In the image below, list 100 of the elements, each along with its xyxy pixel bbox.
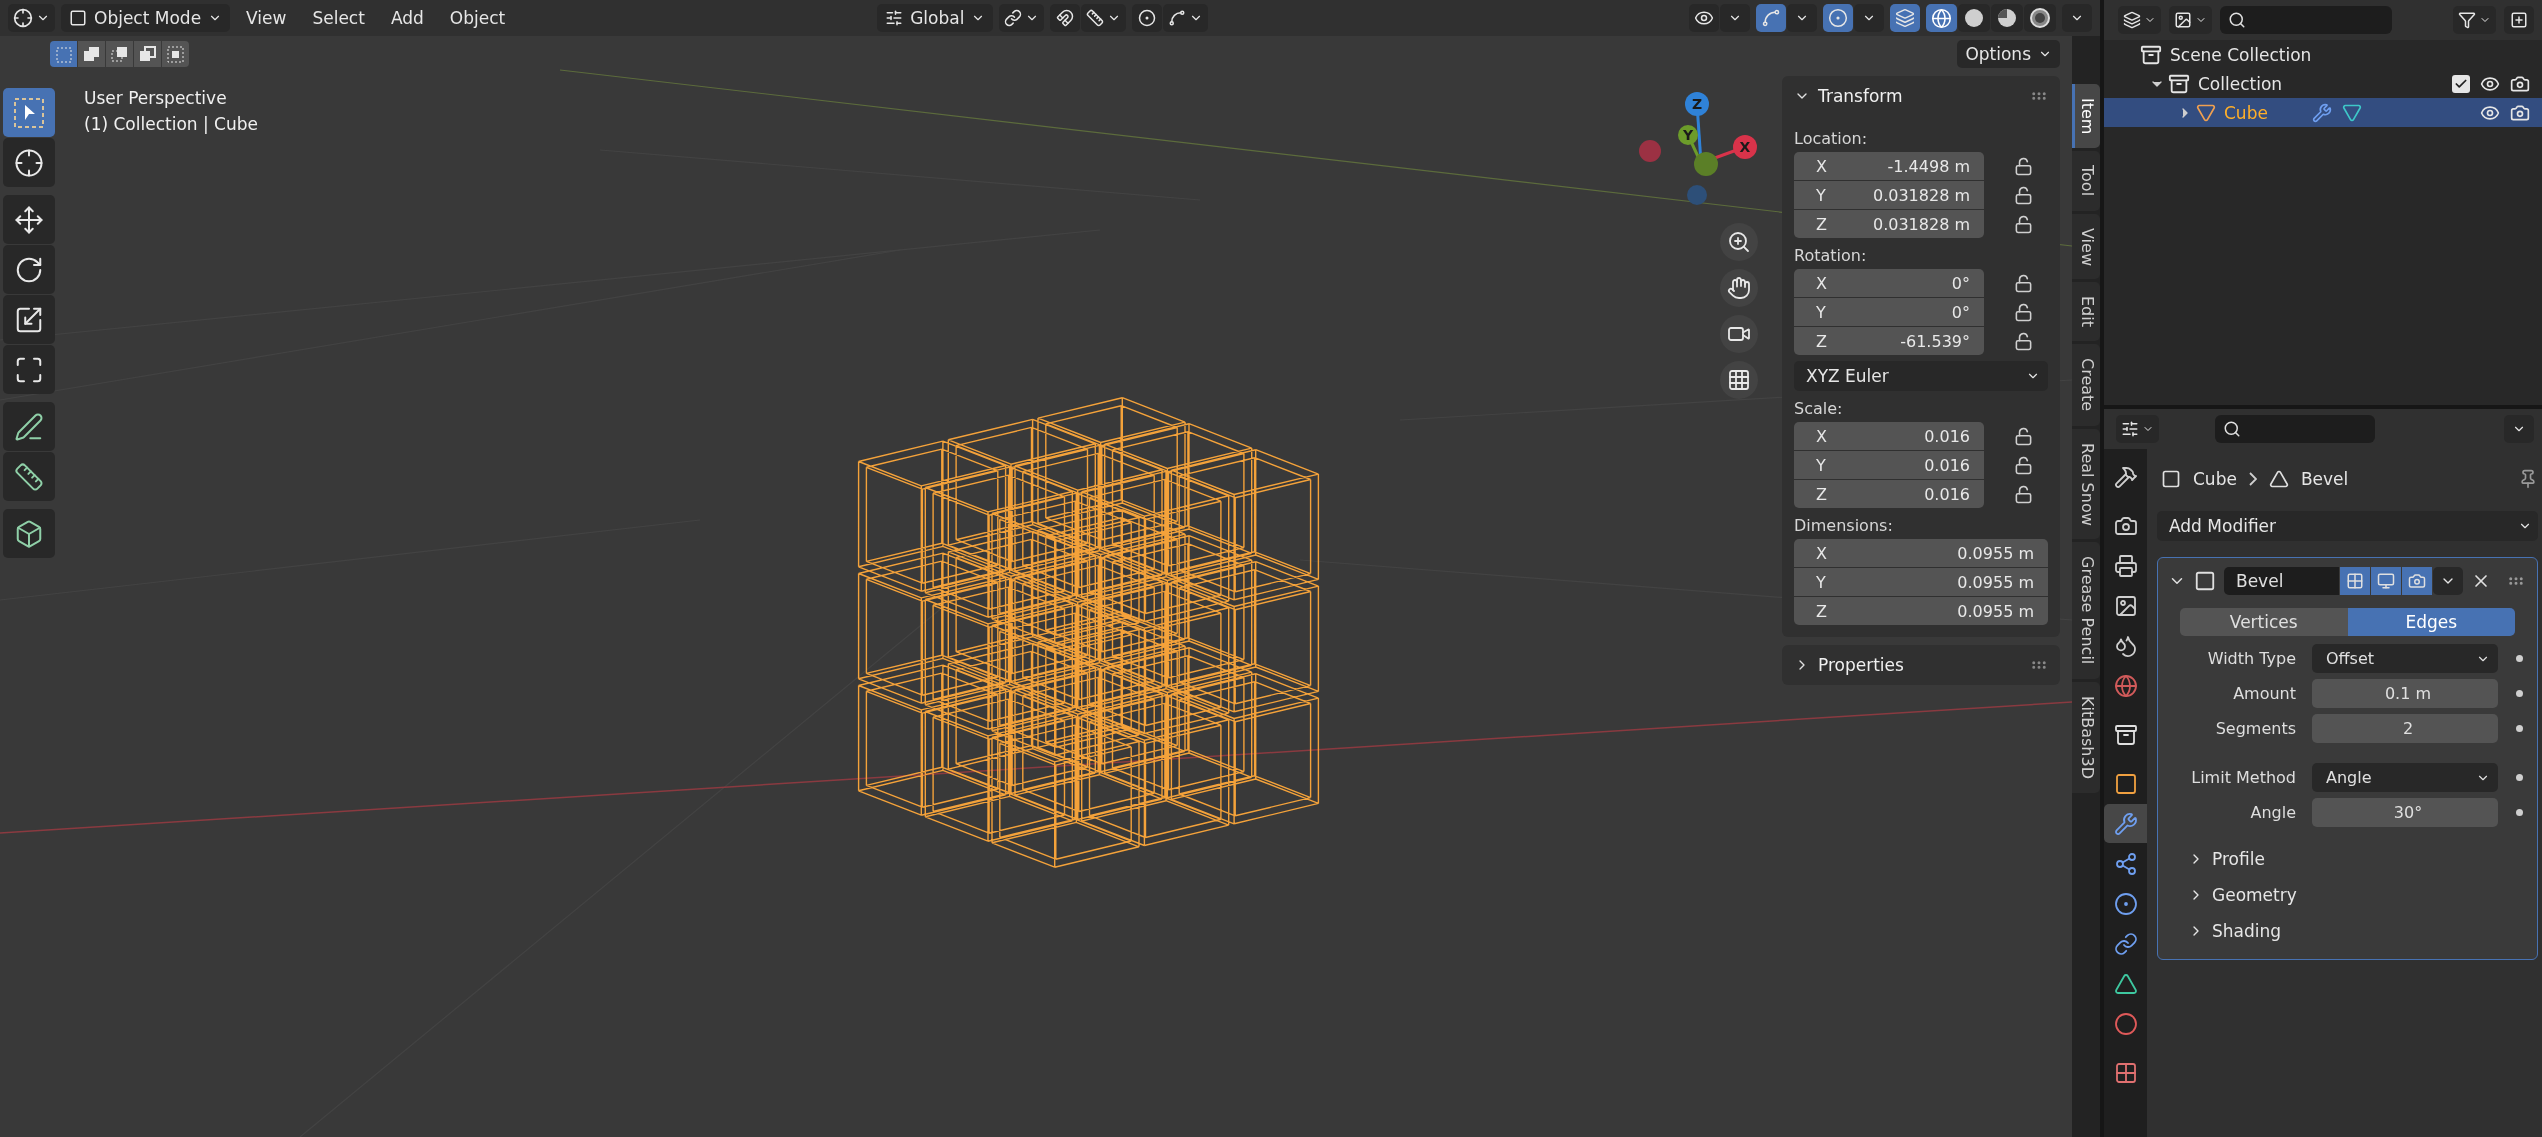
tool-button[interactable]: [3, 509, 55, 558]
snap-button[interactable]: [1050, 4, 1081, 32]
sidebar-tab[interactable]: Create: [2072, 344, 2100, 426]
selection-mode-button[interactable]: [78, 41, 105, 67]
display-mode-button[interactable]: [2118, 6, 2161, 34]
tool-button[interactable]: [3, 138, 55, 187]
wireframe-cube-drawing[interactable]: [857, 397, 1320, 868]
outliner-row[interactable]: Cube: [2104, 98, 2542, 127]
pin-icon[interactable]: [2518, 469, 2538, 489]
sidebar-tab[interactable]: Item: [2072, 84, 2100, 149]
xray-toggle[interactable]: [1890, 4, 1920, 32]
new-collection-button[interactable]: [2504, 6, 2534, 34]
subpanel-header[interactable]: Shading: [2168, 913, 2282, 949]
unlock-icon[interactable]: [2014, 426, 2033, 446]
menu-button[interactable]: View: [236, 4, 297, 32]
subpanel-header[interactable]: Geometry: [2168, 877, 2297, 913]
outliner-row[interactable]: Scene Collection: [2104, 40, 2542, 69]
filter-button[interactable]: [2453, 6, 2496, 34]
proportional-editing-button[interactable]: [1132, 4, 1163, 32]
editor-type-button[interactable]: [8, 4, 55, 32]
axis-gizmo[interactable]: Z Y X: [1630, 90, 1770, 215]
sidebar-tab[interactable]: Tool: [2072, 151, 2100, 211]
options-dropdown[interactable]: Options: [1957, 40, 2060, 68]
dropdown-field[interactable]: Offset: [2312, 644, 2498, 673]
sidebar-tab[interactable]: Grease Pencil: [2072, 542, 2100, 679]
number-field[interactable]: Z 0.016: [1794, 480, 1984, 508]
dropdown-field[interactable]: Angle: [2312, 763, 2498, 792]
number-field[interactable]: X 0.016: [1794, 422, 1984, 450]
menu-button[interactable]: Add: [380, 4, 434, 32]
number-field[interactable]: X 0°: [1794, 269, 1984, 297]
keyframe-dot[interactable]: [2516, 774, 2523, 781]
sidebar-tab[interactable]: Real Snow: [2072, 428, 2100, 540]
selection-mode-button[interactable]: [106, 41, 133, 67]
sidebar-tab[interactable]: Edit: [2072, 282, 2100, 342]
wrench-icon[interactable]: [2311, 102, 2332, 123]
unlock-icon[interactable]: [2014, 331, 2033, 351]
modifier-toggle[interactable]: [2340, 567, 2370, 595]
number-field[interactable]: X -1.4498 m: [1794, 152, 1984, 180]
menu-button[interactable]: Object: [439, 4, 516, 32]
unlock-icon[interactable]: [2014, 214, 2033, 234]
subpanel-header[interactable]: Profile: [2168, 841, 2265, 877]
keyframe-dot[interactable]: [2516, 655, 2523, 662]
number-field[interactable]: Y 0.0955 m: [1794, 568, 2048, 596]
selection-mode-button[interactable]: [162, 41, 189, 67]
rotation-mode-dropdown[interactable]: XYZ Euler: [1794, 361, 2048, 391]
tool-button[interactable]: [3, 295, 55, 344]
tool-button[interactable]: [3, 345, 55, 394]
add-modifier-dropdown[interactable]: Add Modifier: [2157, 511, 2538, 541]
affect-toggle[interactable]: Edges: [2347, 608, 2515, 636]
menu-button[interactable]: Select: [302, 4, 375, 32]
number-field[interactable]: 2: [2312, 714, 2498, 743]
shading-mode-button[interactable]: [1958, 4, 1990, 32]
falloff-button[interactable]: [1163, 4, 1209, 32]
orientation-dropdown[interactable]: Global: [877, 4, 994, 32]
snap-target-button[interactable]: [1081, 4, 1127, 32]
number-field[interactable]: Y 0°: [1794, 298, 1984, 326]
selectability-button[interactable]: [1689, 4, 1719, 32]
search-field[interactable]: [2215, 415, 2376, 443]
unlock-icon[interactable]: [2014, 185, 2033, 205]
affect-toggle[interactable]: Vertices: [2180, 608, 2348, 636]
gizmo-toggle[interactable]: [1756, 4, 1786, 32]
unlock-icon[interactable]: [2014, 302, 2033, 322]
unlock-icon[interactable]: [2014, 156, 2033, 176]
number-field[interactable]: X 0.0955 m: [1794, 539, 2048, 567]
tool-button[interactable]: [3, 402, 55, 451]
sidebar-tab[interactable]: View: [2072, 213, 2100, 280]
navigation-button[interactable]: [1720, 269, 1758, 307]
modifier-name-field[interactable]: Bevel: [2224, 567, 2339, 595]
shading-mode-button[interactable]: [1926, 4, 1957, 32]
navigation-button[interactable]: [1720, 223, 1758, 261]
navigation-button[interactable]: [1720, 361, 1758, 399]
search-field[interactable]: [2220, 6, 2392, 34]
checkbox[interactable]: [2452, 74, 2470, 93]
modifier-toggle[interactable]: [2371, 567, 2401, 595]
editor-type-button[interactable]: [2116, 415, 2159, 443]
outliner-row[interactable]: Collection: [2104, 69, 2542, 98]
unlock-icon[interactable]: [2014, 484, 2033, 504]
shading-mode-button[interactable]: [1991, 4, 2023, 32]
number-field[interactable]: Z -61.539°: [1794, 327, 1984, 355]
modifier-menu-button[interactable]: [2433, 567, 2463, 595]
unlock-icon[interactable]: [2014, 455, 2033, 475]
number-field[interactable]: Y 0.016: [1794, 451, 1984, 479]
number-field[interactable]: Y 0.031828 m: [1794, 181, 1984, 209]
modifier-toggle[interactable]: [2402, 567, 2432, 595]
unlock-icon[interactable]: [2014, 273, 2033, 293]
navigation-button[interactable]: [1720, 315, 1758, 353]
keyframe-dot[interactable]: [2516, 725, 2523, 732]
tool-button[interactable]: [3, 452, 55, 501]
tool-button[interactable]: [3, 245, 55, 294]
tool-button[interactable]: [3, 195, 55, 244]
view-filter-button[interactable]: [2169, 6, 2212, 34]
keyframe-dot[interactable]: [2516, 809, 2523, 816]
sidebar-tab[interactable]: KitBash3D: [2072, 681, 2100, 793]
mode-dropdown[interactable]: Object Mode: [61, 4, 231, 32]
pivot-button[interactable]: [999, 4, 1045, 32]
number-field[interactable]: Z 0.031828 m: [1794, 210, 1984, 238]
keyframe-dot[interactable]: [2516, 690, 2523, 697]
shading-mode-button[interactable]: [2024, 4, 2056, 32]
number-field[interactable]: 0.1 m: [2312, 679, 2498, 708]
number-field[interactable]: 30°: [2312, 798, 2498, 827]
